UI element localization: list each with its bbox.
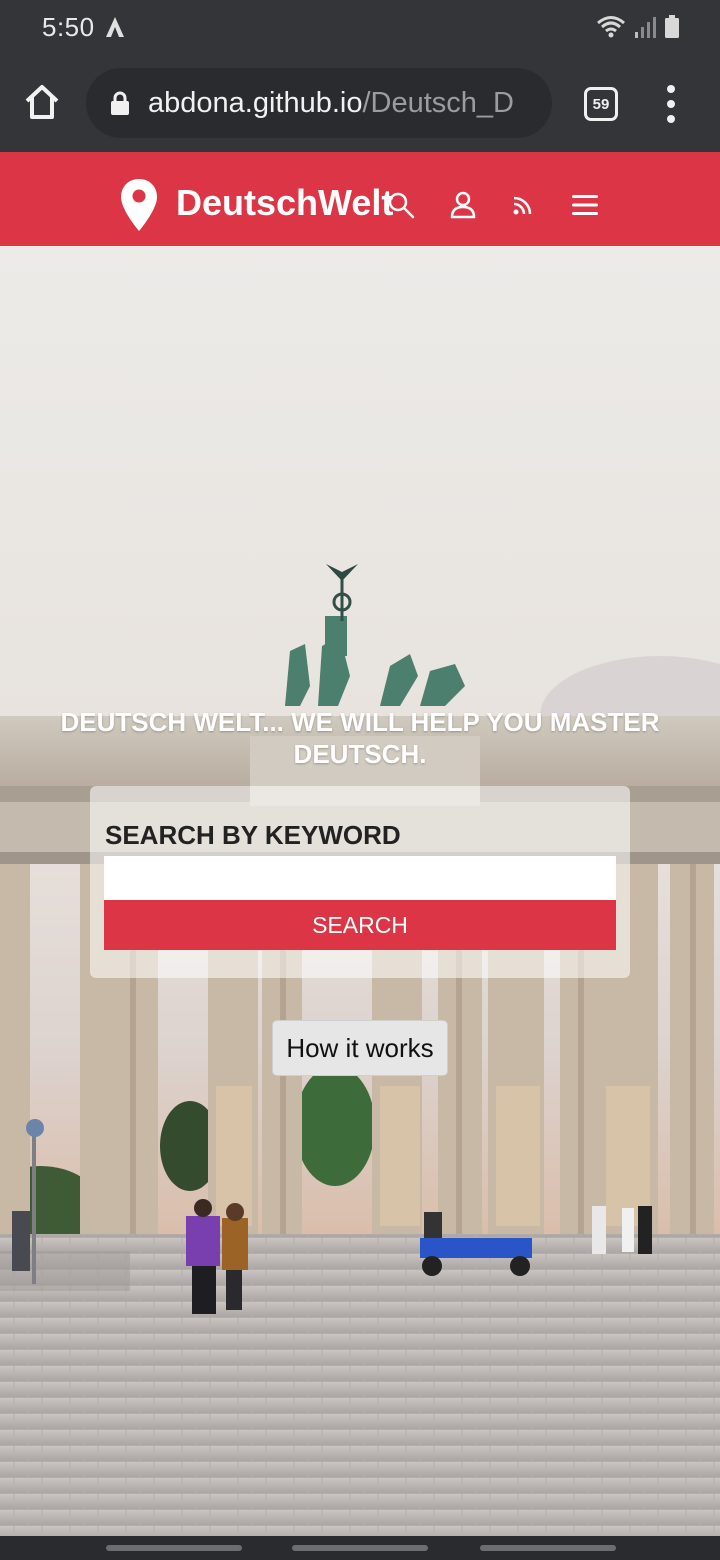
brand-name[interactable]: DeutschWelt [176,182,393,224]
search-panel: SEARCH BY KEYWORD SEARCH [90,786,630,978]
font-a-icon [106,17,124,37]
url-host: abdona.github.io [148,86,363,119]
url-text: abdona.github.io/Deutsch_D [148,87,514,120]
home-icon[interactable] [22,82,62,122]
status-time: 5:50 [42,12,95,42]
hamburger-menu-icon[interactable] [570,190,600,220]
system-nav-bar [0,1536,720,1560]
hero-title: Deutsch Welt... We will help you master … [60,707,660,769]
browser-toolbar: abdona.github.io/Deutsch_D 59 [0,56,720,152]
search-icon[interactable] [386,190,416,220]
status-icons [596,14,680,40]
user-icon[interactable] [448,190,478,220]
address-bar[interactable]: abdona.github.io/Deutsch_D [86,68,552,138]
tab-count: 59 [592,95,610,113]
site-header: DeutschWelt [0,152,720,246]
lock-icon [111,91,129,115]
status-bar: 5:50 [0,0,720,56]
rss-icon[interactable] [508,190,538,220]
how-it-works-button[interactable]: How it works [272,1020,448,1076]
location-pin-icon[interactable] [120,178,158,232]
signal-icon [635,17,656,38]
hero-section: Deutsch Welt... We will help you master … [0,246,720,1536]
search-label: SEARCH BY KEYWORD [105,820,401,850]
overflow-menu-icon[interactable] [664,84,678,124]
tab-switcher-button[interactable]: 59 [584,87,618,121]
home-handle[interactable] [292,1545,428,1551]
search-input[interactable] [104,856,616,900]
back-handle[interactable] [480,1545,616,1551]
url-path: /Deutsch_D [362,86,514,119]
recent-apps-handle[interactable] [106,1545,242,1551]
search-button[interactable]: SEARCH [104,900,616,950]
wifi-icon [597,16,625,38]
battery-icon [665,15,679,38]
